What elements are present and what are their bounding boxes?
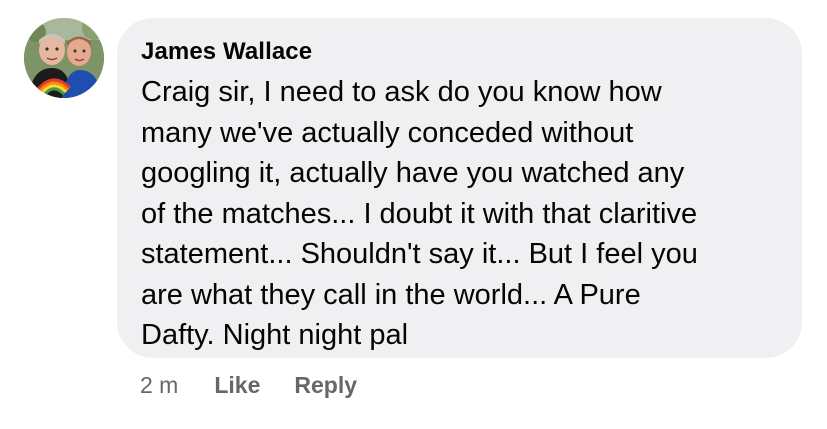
avatar-photo (24, 18, 104, 98)
comment-bubble: James Wallace Craig sir, I need to ask d… (117, 18, 802, 358)
comment-actions: 2 m Like Reply (140, 370, 391, 400)
comment-text: Craig sir, I need to ask do you know how… (141, 76, 698, 351)
comment: James Wallace Craig sir, I need to ask d… (0, 0, 827, 429)
avatar[interactable] (24, 18, 104, 98)
like-button[interactable]: Like (214, 372, 260, 399)
timestamp[interactable]: 2 m (140, 372, 178, 399)
reply-button[interactable]: Reply (294, 372, 357, 399)
author-name[interactable]: James Wallace (141, 38, 778, 66)
